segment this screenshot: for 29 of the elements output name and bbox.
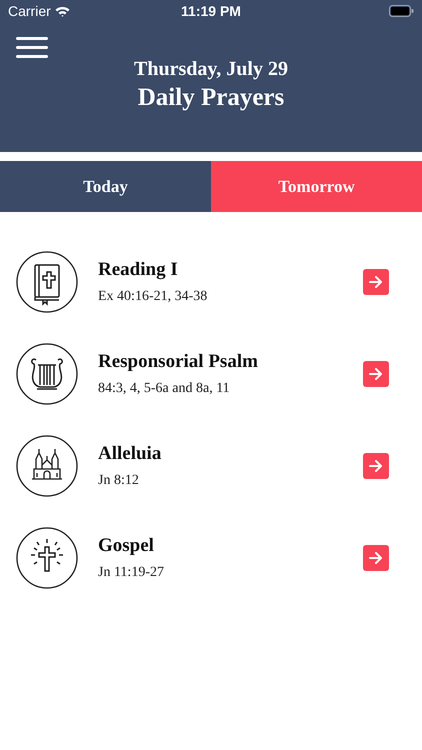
carrier-label: Carrier	[8, 3, 51, 19]
reading-title: Alleluia	[98, 443, 162, 465]
menu-icon[interactable]	[16, 37, 48, 59]
radiant-cross-icon	[16, 527, 78, 589]
reading-reference: 84:3, 4, 5-6a and 8a, 11	[98, 381, 231, 397]
church-icon	[16, 435, 78, 497]
open-reading-button[interactable]	[363, 453, 389, 479]
arrow-right-icon	[369, 368, 383, 380]
arrow-right-icon	[369, 460, 383, 472]
battery-icon	[389, 5, 414, 17]
reading-reference: Ex 40:16-21, 34-38	[98, 289, 208, 305]
reading-reference: Jn 8:12	[98, 473, 140, 489]
arrow-right-icon	[369, 552, 383, 564]
open-reading-button[interactable]	[363, 545, 389, 571]
reading-title: Gospel	[98, 535, 155, 557]
day-tab[interactable]: Today	[0, 161, 211, 212]
status-time: 11:19 PM	[181, 3, 241, 19]
page-title: Daily Prayers	[138, 84, 284, 112]
bible-icon	[16, 251, 78, 313]
reading-reference: Jn 11:19-27	[98, 565, 165, 581]
open-reading-button[interactable]	[363, 361, 389, 387]
wifi-icon	[54, 6, 70, 16]
open-reading-button[interactable]	[363, 269, 389, 295]
lyre-icon	[16, 343, 78, 405]
day-tab[interactable]: Tomorrow	[211, 161, 422, 212]
reading-title: Responsorial Psalm	[98, 351, 259, 373]
reading-title: Reading I	[98, 259, 179, 281]
date-label: Thursday, July 29	[134, 58, 288, 81]
arrow-right-icon	[369, 276, 383, 288]
